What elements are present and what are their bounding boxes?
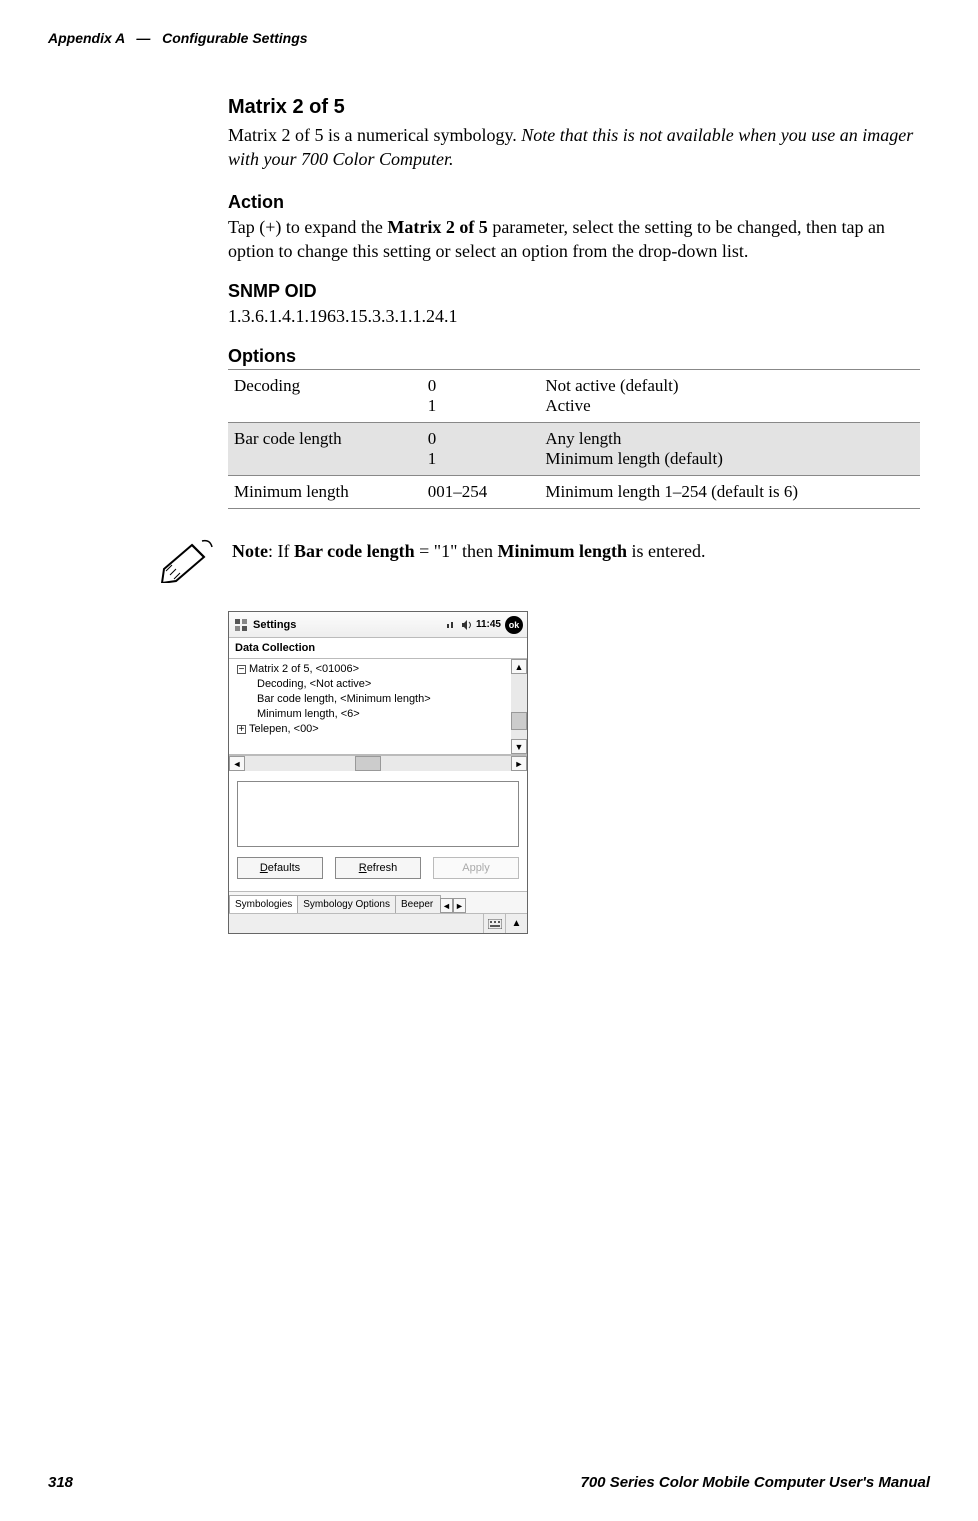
note-t1: : If bbox=[268, 541, 294, 561]
page-footer: 318 700 Series Color Mobile Computer Use… bbox=[48, 1474, 930, 1491]
sip-bar: ▲ bbox=[229, 913, 527, 933]
detail-panel bbox=[237, 781, 519, 847]
scroll-right-icon[interactable]: ► bbox=[511, 756, 527, 771]
header-sep: — bbox=[136, 30, 150, 46]
page-header: Appendix A — Configurable Settings bbox=[48, 30, 930, 46]
note-label: Note bbox=[232, 541, 268, 561]
scroll-track[interactable] bbox=[245, 756, 511, 771]
horizontal-scrollbar[interactable]: ◄ ► bbox=[229, 755, 527, 771]
tree-label: Telepen, <00> bbox=[249, 723, 319, 735]
section-title: Matrix 2 of 5 bbox=[228, 96, 920, 119]
window-title: Settings bbox=[253, 619, 296, 631]
tab-symbology-options[interactable]: Symbology Options bbox=[297, 895, 396, 913]
manual-title: 700 Series Color Mobile Computer User's … bbox=[581, 1474, 931, 1491]
intro-plain: Matrix 2 of 5 is a numerical symbology. bbox=[228, 125, 521, 145]
tree-node-item[interactable]: Decoding, <Not active> bbox=[233, 677, 507, 692]
table-row: Bar code length 0 1 Any length Minimum l… bbox=[228, 423, 920, 476]
scroll-thumb[interactable] bbox=[511, 712, 527, 730]
button-accel: R bbox=[359, 862, 367, 874]
tab-strip: Symbologies Symbology Options Beeper ◄ ► bbox=[229, 891, 527, 913]
keyboard-icon[interactable] bbox=[483, 914, 505, 933]
action-bold: Matrix 2 of 5 bbox=[387, 217, 487, 237]
collapse-icon[interactable]: − bbox=[237, 665, 246, 674]
opt-codes: 0 1 bbox=[422, 370, 540, 423]
sip-up-icon[interactable]: ▲ bbox=[505, 914, 527, 933]
page-number: 318 bbox=[48, 1474, 73, 1491]
tree-label: Minimum length, <6> bbox=[257, 708, 360, 720]
tree-node-item[interactable]: Minimum length, <6> bbox=[233, 707, 507, 722]
action-pre: Tap (+) to expand the bbox=[228, 217, 387, 237]
tab-beeper[interactable]: Beeper bbox=[395, 895, 441, 913]
scroll-track[interactable] bbox=[511, 674, 527, 739]
tree-node-item[interactable]: Bar code length, <Minimum length> bbox=[233, 692, 507, 707]
note-text: Note: If Bar code length = "1" then Mini… bbox=[232, 539, 705, 563]
snmp-heading: SNMP OID bbox=[228, 281, 920, 302]
options-table: Decoding 0 1 Not active (default) Active… bbox=[228, 369, 920, 509]
table-row: Decoding 0 1 Not active (default) Active bbox=[228, 370, 920, 423]
header-title: Configurable Settings bbox=[162, 30, 307, 46]
note-t3: is entered. bbox=[627, 541, 705, 561]
header-appendix: Appendix A bbox=[48, 30, 125, 46]
connectivity-icon[interactable] bbox=[444, 619, 456, 631]
scroll-left-icon[interactable]: ◄ bbox=[229, 756, 245, 771]
opt-name: Decoding bbox=[228, 370, 422, 423]
tab-scroll-left-icon[interactable]: ◄ bbox=[440, 898, 453, 913]
tree-label: Matrix 2 of 5, <01006> bbox=[249, 663, 359, 675]
expand-icon[interactable]: + bbox=[237, 725, 246, 734]
section-intro: Matrix 2 of 5 is a numerical symbology. … bbox=[228, 123, 920, 172]
vertical-scrollbar[interactable]: ▲ ▼ bbox=[511, 659, 527, 754]
action-heading: Action bbox=[228, 192, 920, 213]
tab-scroll-right-icon[interactable]: ► bbox=[453, 898, 466, 913]
opt-desc: Any length Minimum length (default) bbox=[539, 423, 920, 476]
ok-button[interactable]: ok bbox=[505, 616, 523, 634]
apply-button: Apply bbox=[433, 857, 519, 879]
tree-view[interactable]: −Matrix 2 of 5, <01006> Decoding, <Not a… bbox=[229, 659, 511, 754]
opt-desc: Minimum length 1–254 (default is 6) bbox=[539, 476, 920, 509]
note-icon bbox=[158, 539, 214, 583]
refresh-button[interactable]: Refresh bbox=[335, 857, 421, 879]
button-accel: D bbox=[260, 862, 268, 874]
scroll-down-icon[interactable]: ▼ bbox=[511, 739, 527, 754]
opt-codes: 001–254 bbox=[422, 476, 540, 509]
pda-title-bar: Settings 11:45 ok bbox=[229, 612, 527, 638]
tab-symbologies[interactable]: Symbologies bbox=[229, 895, 298, 913]
tree-node-root[interactable]: −Matrix 2 of 5, <01006> bbox=[233, 662, 507, 677]
note-b2: Minimum length bbox=[498, 541, 628, 561]
opt-name: Bar code length bbox=[228, 423, 422, 476]
opt-name: Minimum length bbox=[228, 476, 422, 509]
scroll-up-icon[interactable]: ▲ bbox=[511, 659, 527, 674]
panel-title: Data Collection bbox=[229, 638, 527, 659]
note-b1: Bar code length bbox=[294, 541, 415, 561]
snmp-value: 1.3.6.1.4.1.1963.15.3.3.1.1.24.1 bbox=[228, 304, 920, 328]
start-icon[interactable] bbox=[233, 617, 249, 633]
table-row: Minimum length 001–254 Minimum length 1–… bbox=[228, 476, 920, 509]
scroll-thumb[interactable] bbox=[355, 756, 381, 771]
options-heading: Options bbox=[228, 346, 920, 367]
embedded-screenshot: Settings 11:45 ok Data Collection −Matri… bbox=[228, 611, 528, 934]
tree-label: Bar code length, <Minimum length> bbox=[257, 693, 431, 705]
opt-codes: 0 1 bbox=[422, 423, 540, 476]
opt-desc: Not active (default) Active bbox=[539, 370, 920, 423]
speaker-icon[interactable] bbox=[460, 619, 472, 631]
action-text: Tap (+) to expand the Matrix 2 of 5 para… bbox=[228, 215, 920, 264]
clock-time[interactable]: 11:45 bbox=[476, 619, 501, 630]
button-label: Apply bbox=[462, 862, 490, 874]
tree-label: Decoding, <Not active> bbox=[257, 678, 371, 690]
tree-node-sibling[interactable]: +Telepen, <00> bbox=[233, 722, 507, 737]
defaults-button[interactable]: Defaults bbox=[237, 857, 323, 879]
note-t2: = "1" then bbox=[415, 541, 498, 561]
